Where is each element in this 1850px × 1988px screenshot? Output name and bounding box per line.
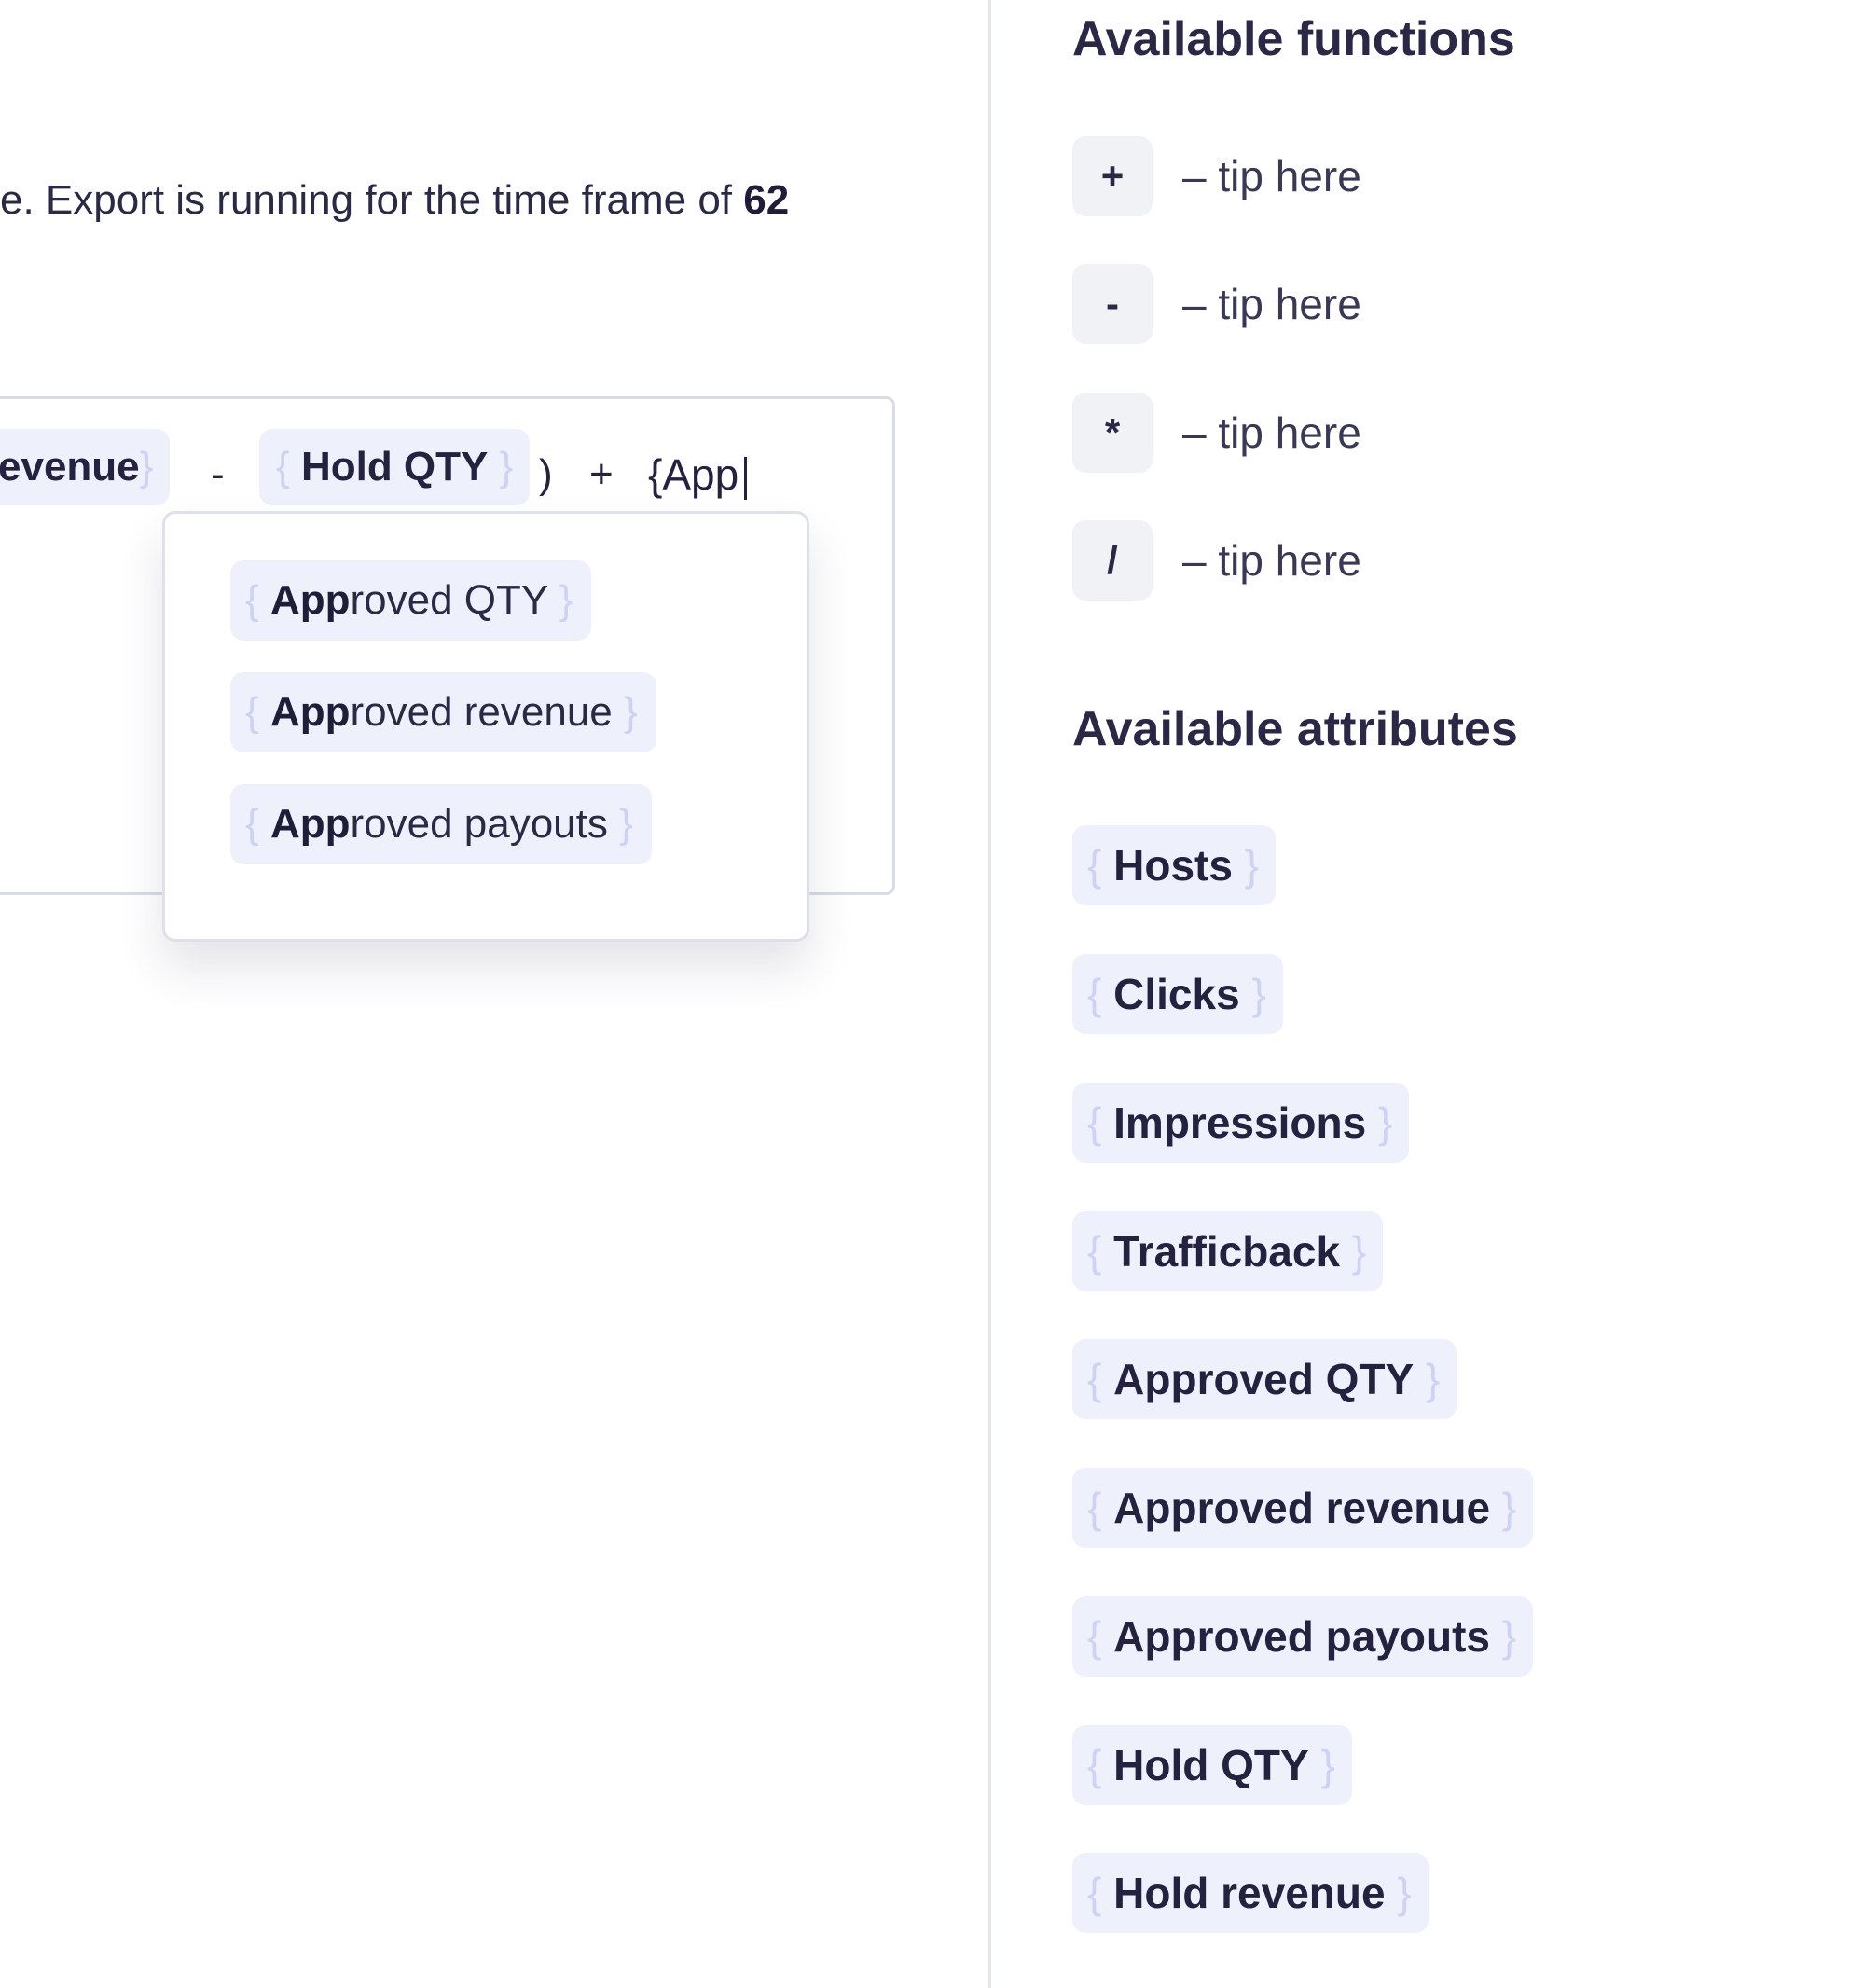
attribute-chip-approved-qty[interactable]: { Approved QTY }: [1072, 1339, 1457, 1419]
formula-chip-revenue[interactable]: evenue}: [0, 429, 171, 505]
autocomplete-dropdown: { Approved QTY } { Approved revenue } { …: [162, 511, 809, 942]
brace-close: }: [619, 801, 633, 847]
formula-typed-input[interactable]: {App: [648, 436, 748, 513]
attribute-label: Hold revenue: [1113, 1869, 1386, 1917]
brace-open: {: [1087, 970, 1102, 1018]
suggestion-match: App: [269, 577, 351, 623]
brace-open: {: [1087, 1869, 1102, 1917]
chip-brace-close: }: [139, 444, 154, 490]
brace-close: }: [1501, 1612, 1517, 1661]
attributes-heading: Available attributes: [1072, 702, 1518, 756]
function-key[interactable]: /: [1072, 520, 1153, 601]
brace-open: {: [1087, 1355, 1102, 1403]
brace-open: {: [1087, 1484, 1102, 1532]
function-tip: – tip here: [1182, 408, 1361, 457]
suggestion-approved-revenue[interactable]: { Approved revenue }: [230, 672, 656, 752]
function-key[interactable]: +: [1072, 136, 1153, 216]
brace-open: {: [245, 689, 259, 735]
attribute-chip-hosts[interactable]: { Hosts }: [1072, 825, 1277, 905]
suggestion-rest: roved revenue: [350, 689, 613, 735]
function-tip: – tip here: [1182, 152, 1361, 200]
formula-operator-minus: -: [211, 451, 225, 497]
formula-operator-plus: +: [589, 451, 614, 497]
function-key[interactable]: *: [1072, 393, 1153, 473]
suggestion-match: App: [269, 801, 351, 847]
suggestion-approved-qty[interactable]: { Approved QTY }: [230, 560, 592, 641]
attribute-chip-approved-revenue[interactable]: { Approved revenue }: [1072, 1468, 1534, 1548]
suggestion-rest: roved QTY: [350, 577, 548, 623]
suggestion-approved-payouts[interactable]: { Approved payouts }: [230, 784, 652, 864]
attribute-label: Impressions: [1113, 1098, 1367, 1147]
attribute-chip-clicks[interactable]: { Clicks }: [1072, 954, 1283, 1034]
formula-close-paren: ): [539, 451, 553, 497]
attribute-label: Trafficback: [1113, 1227, 1341, 1276]
chip-brace-close: }: [499, 444, 514, 490]
brace-close: }: [1351, 1227, 1367, 1276]
function-tip: – tip here: [1182, 536, 1361, 585]
description-days: 62: [743, 177, 790, 223]
brace-open: {: [1087, 1227, 1102, 1276]
chip-label: evenue: [0, 444, 140, 490]
brace-close: }: [1251, 970, 1266, 1018]
attribute-chip-approved-payouts[interactable]: { Approved payouts }: [1072, 1596, 1534, 1677]
function-tip: – tip here: [1182, 280, 1361, 328]
brace-close: }: [1320, 1741, 1335, 1789]
suggestion-match: App: [269, 689, 351, 735]
export-description: e. Export is running for the time frame …: [0, 177, 789, 224]
attribute-chip-trafficback[interactable]: { Trafficback }: [1072, 1211, 1384, 1291]
formula-chip-hold-qty[interactable]: { Hold QTY }: [259, 429, 531, 505]
attribute-label: Approved payouts: [1113, 1612, 1490, 1661]
attribute-label: Approved revenue: [1113, 1484, 1491, 1532]
brace-open: {: [245, 801, 259, 847]
function-key[interactable]: -: [1072, 264, 1153, 344]
typed-text: {App: [648, 450, 739, 499]
brace-close: }: [1377, 1098, 1393, 1147]
attribute-label: Hold QTY: [1113, 1741, 1309, 1789]
attribute-chip-hold-revenue[interactable]: { Hold revenue }: [1072, 1853, 1429, 1933]
attribute-chip-impressions[interactable]: { Impressions }: [1072, 1083, 1410, 1163]
text-caret: [744, 456, 748, 500]
description-text: e. Export is running for the time frame …: [0, 177, 744, 223]
functions-heading: Available functions: [1072, 12, 1515, 66]
brace-open: {: [1087, 841, 1102, 890]
attribute-label: Hosts: [1113, 841, 1233, 890]
brace-close: }: [624, 689, 638, 735]
chip-label: Hold QTY: [300, 444, 489, 490]
attribute-label: Approved QTY: [1113, 1355, 1415, 1403]
chip-brace-open: {: [276, 444, 290, 490]
suggestion-rest: roved payouts: [350, 801, 608, 847]
pane-divider: [988, 0, 991, 1988]
brace-close: }: [1244, 841, 1260, 890]
brace-open: {: [1087, 1098, 1102, 1147]
brace-close: }: [559, 577, 573, 623]
formula-builder-panel: e. Export is running for the time frame …: [0, 0, 1850, 1988]
brace-close: }: [1501, 1484, 1517, 1532]
brace-open: {: [1087, 1741, 1102, 1789]
attribute-label: Clicks: [1113, 970, 1240, 1018]
attribute-chip-hold-qty[interactable]: { Hold QTY }: [1072, 1725, 1352, 1805]
brace-open: {: [1087, 1612, 1102, 1661]
brace-close: }: [1397, 1869, 1412, 1917]
brace-open: {: [245, 577, 259, 623]
brace-close: }: [1425, 1355, 1441, 1403]
